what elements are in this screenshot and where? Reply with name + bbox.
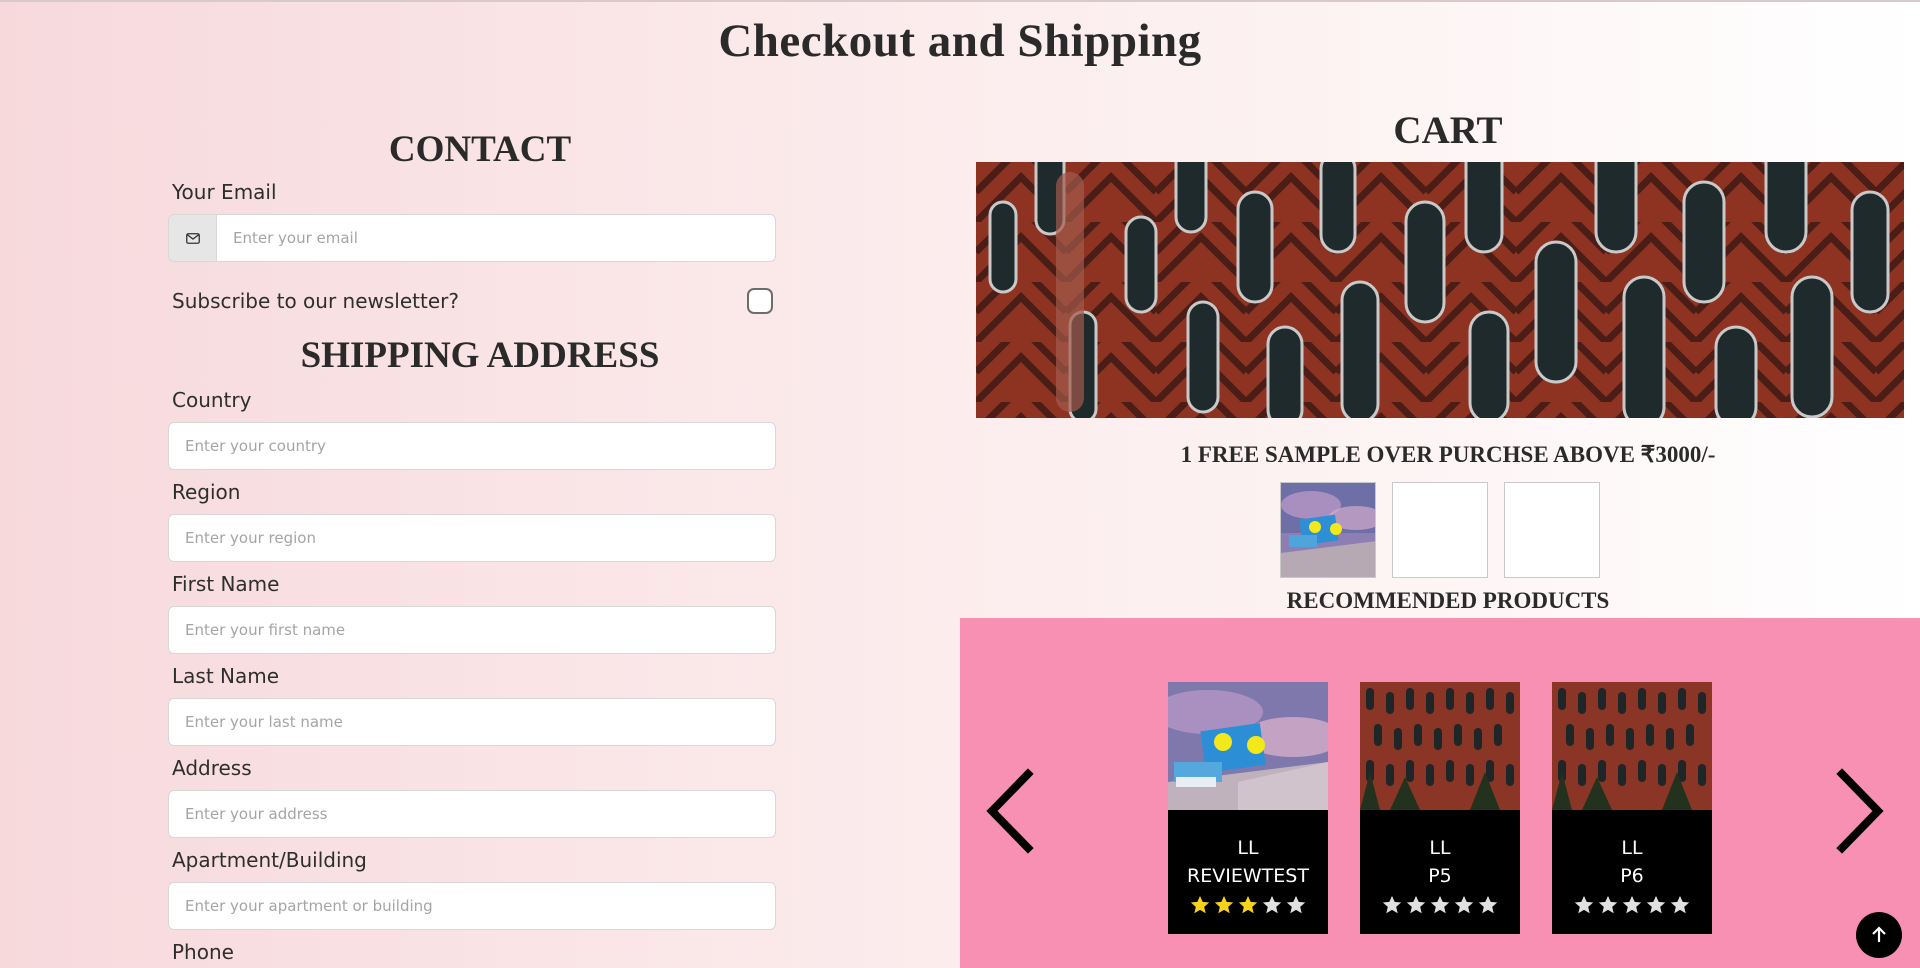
top-divider — [0, 0, 1920, 2]
newsletter-label: Subscribe to our newsletter? — [172, 289, 459, 313]
product-card-p6[interactable]: LL P6 — [1552, 682, 1712, 934]
first-name-label: First Name — [172, 572, 280, 596]
sample-slot-3[interactable] — [1504, 482, 1600, 578]
product-image — [1168, 682, 1328, 810]
region-input[interactable] — [168, 514, 776, 562]
product-name-line1: LL — [1429, 837, 1451, 859]
star-empty-icon — [1406, 895, 1426, 914]
envelope-icon — [168, 214, 216, 262]
chevron-left-icon[interactable] — [980, 766, 1040, 856]
product-image — [1552, 682, 1712, 810]
apartment-label: Apartment/Building — [172, 848, 367, 872]
sample-slot-2[interactable] — [1392, 482, 1488, 578]
product-card-reviewtest[interactable]: LL REVIEWTEST — [1168, 682, 1328, 934]
contact-heading: CONTACT — [388, 129, 572, 170]
star-empty-icon — [1598, 895, 1618, 914]
product-rating — [1168, 894, 1328, 916]
star-filled-icon — [1214, 895, 1234, 914]
last-name-input[interactable] — [168, 698, 776, 746]
product-name-line1: LL — [1621, 837, 1643, 859]
product-name-line1: LL — [1237, 837, 1259, 859]
star-empty-icon — [1286, 895, 1306, 914]
newsletter-checkbox[interactable] — [747, 288, 773, 314]
region-label: Region — [172, 480, 241, 504]
product-card-p5[interactable]: LL P5 — [1360, 682, 1520, 934]
free-sample-notice: 1 FREE SAMPLE OVER PURCHSE ABOVE ₹3000/- — [1180, 442, 1716, 467]
cart-heading: CART — [1393, 109, 1503, 152]
product-rating — [1360, 894, 1520, 916]
email-input-group — [168, 214, 776, 262]
star-empty-icon — [1454, 895, 1474, 914]
sample-slot-1[interactable] — [1280, 482, 1376, 578]
cart-banner-image — [976, 162, 1904, 418]
email-label: Your Email — [172, 180, 277, 204]
first-name-input[interactable] — [168, 606, 776, 654]
phone-label: Phone — [172, 940, 234, 964]
country-input[interactable] — [168, 422, 776, 470]
product-name-line2: P5 — [1428, 865, 1452, 887]
product-image — [1360, 682, 1520, 810]
product-name-line2: P6 — [1620, 865, 1644, 887]
apartment-input[interactable] — [168, 882, 776, 930]
star-empty-icon — [1382, 895, 1402, 914]
chevron-right-icon[interactable] — [1830, 766, 1890, 856]
recommended-carousel: LL REVIEWTEST LL P5 LL P6 — [960, 618, 1920, 968]
product-rating — [1552, 894, 1712, 916]
product-name-line2: REVIEWTEST — [1187, 865, 1309, 887]
arrow-up-icon[interactable] — [1856, 912, 1902, 958]
address-input[interactable] — [168, 790, 776, 838]
star-filled-icon — [1190, 895, 1210, 914]
star-empty-icon — [1646, 895, 1666, 914]
shipping-heading: SHIPPING ADDRESS — [300, 335, 660, 376]
address-label: Address — [172, 756, 252, 780]
star-empty-icon — [1262, 895, 1282, 914]
star-empty-icon — [1430, 895, 1450, 914]
star-empty-icon — [1574, 895, 1594, 914]
email-input[interactable] — [216, 214, 776, 262]
country-label: Country — [172, 388, 252, 412]
recommended-heading: RECOMMENDED PRODUCTS — [1286, 588, 1610, 613]
sample-product-image — [1281, 483, 1375, 577]
page-title: Checkout and Shipping — [718, 15, 1202, 67]
star-empty-icon — [1478, 895, 1498, 914]
star-filled-icon — [1238, 895, 1258, 914]
last-name-label: Last Name — [172, 664, 280, 688]
star-empty-icon — [1670, 895, 1690, 914]
star-empty-icon — [1622, 895, 1642, 914]
